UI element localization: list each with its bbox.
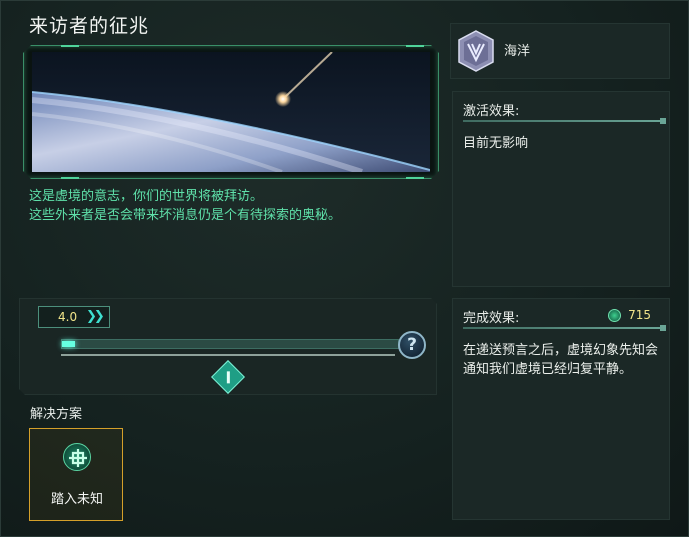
section-divider <box>463 118 666 124</box>
completion-body: 在递送预言之后，虚境幻象先知会通知我们虚境已经归复平静。 <box>463 343 659 377</box>
event-image-frame <box>23 45 439 179</box>
completion-header: 完成效果: <box>463 311 520 326</box>
event-description: 这是虚境的意志，你们的世界将被拜访。 这些外来者是否会带来坏消息仍是个有待探索的… <box>29 187 341 225</box>
progress-track[interactable] <box>61 339 399 349</box>
knot-icon-glyph <box>69 449 87 467</box>
knot-icon <box>63 443 91 471</box>
activation-effect-panel: 激活效果: 目前无影响 <box>452 91 670 287</box>
description-line: 这些外来者是否会带来坏消息仍是个有待探索的奥秘。 <box>29 208 342 223</box>
event-window: 来访者的征兆 这是虚境的意志，你们的世界将被拜访。 这些外来者是否会带来坏消息仍… <box>0 0 689 537</box>
double-chevron-right-icon: ❯❯ <box>86 309 105 324</box>
progress-baseline <box>61 354 395 356</box>
frame-accent <box>61 177 79 179</box>
ethic-label: 海洋 <box>504 44 531 59</box>
help-button[interactable]: ? <box>398 331 426 359</box>
ethic-card[interactable]: 海洋 <box>450 23 670 79</box>
event-illustration <box>32 52 430 172</box>
question-mark-icon: ? <box>407 335 417 355</box>
marker-bar <box>226 371 230 384</box>
meteor-over-planet-illustration <box>32 52 430 172</box>
frame-accent <box>406 177 424 179</box>
research-points-icon <box>608 309 621 322</box>
frame-accent <box>406 45 424 47</box>
section-divider <box>463 325 666 331</box>
completion-effect-panel: 完成效果: 715 在递送预言之后，虚境幻象先知会通知我们虚境已经归复平静。 <box>452 298 670 520</box>
resolution-option-enter-unknown[interactable]: 踏入未知 <box>29 428 123 521</box>
activation-body: 目前无影响 <box>463 136 529 151</box>
completion-cost: 715 <box>628 308 651 322</box>
speed-indicator[interactable]: 4.0 ❯❯ <box>38 306 110 328</box>
progress-fill <box>62 341 76 347</box>
resolution-label: 解决方案 <box>30 407 83 422</box>
speed-value: 4.0 <box>58 310 78 324</box>
ocean-ethic-badge-icon <box>457 30 495 72</box>
window-title: 来访者的征兆 <box>29 15 150 37</box>
ethic-badge-glyph <box>458 30 494 72</box>
activation-header: 激活效果: <box>463 104 520 119</box>
frame-accent <box>61 45 79 47</box>
option-label: 踏入未知 <box>50 492 103 507</box>
description-line: 这是虚境的意志，你们的世界将被拜访。 <box>29 189 264 204</box>
